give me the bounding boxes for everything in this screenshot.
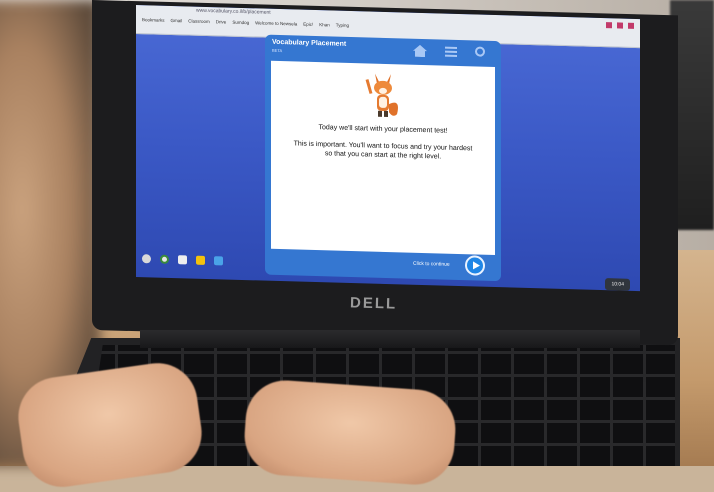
maximize-icon[interactable] [617, 22, 623, 29]
bookmark-item[interactable]: Sumdog [232, 20, 249, 25]
bookmark-item[interactable]: Typing [336, 23, 349, 28]
app-icon[interactable] [214, 255, 223, 265]
home-icon[interactable] [413, 44, 427, 58]
launcher-icon[interactable] [142, 253, 151, 263]
brand-logo: DELL [349, 294, 398, 313]
status-tray[interactable]: 10:04 [605, 278, 630, 291]
right-hand [241, 377, 459, 488]
bookmark-item[interactable]: Drive [216, 19, 227, 24]
address-bar[interactable]: www.vocabulary.co.il/b/placement [196, 8, 271, 16]
laptop-hinge [140, 330, 640, 348]
minimize-icon[interactable] [606, 22, 612, 29]
laptop-screen: www.vocabulary.co.il/b/placement Bookmar… [136, 5, 640, 292]
close-icon[interactable] [628, 22, 634, 29]
settings-icon[interactable] [475, 46, 485, 57]
placement-instructions-text: This is important. You'll want to focus … [293, 140, 473, 161]
drive-icon[interactable] [196, 255, 205, 265]
placement-intro-text: Today we'll start with your placement te… [318, 124, 448, 135]
bookmark-item[interactable]: Epic! [303, 22, 313, 27]
bookmark-item[interactable]: Gmail [171, 18, 183, 23]
chrome-icon[interactable] [160, 254, 169, 264]
bookmark-item[interactable]: Bookmarks [142, 17, 165, 23]
window-controls [606, 22, 634, 29]
menu-icon[interactable] [445, 46, 457, 57]
app-subtitle: BETA [272, 47, 283, 54]
bookmarks-bar: Bookmarks Gmail Classroom Drive Sumdog W… [142, 17, 349, 28]
bookmark-item[interactable]: Classroom [188, 18, 210, 24]
bookmark-item[interactable]: Welcome to Newsela [255, 20, 297, 26]
vocabulary-app-window: Vocabulary Placement BETA Today we'll st… [265, 34, 501, 282]
app-title: Vocabulary Placement [272, 38, 347, 48]
app-content: Today we'll start with your placement te… [271, 60, 495, 256]
bookmark-item[interactable]: Khan [319, 22, 330, 27]
gmail-icon[interactable] [178, 254, 187, 264]
fox-mascot-icon [365, 73, 398, 118]
